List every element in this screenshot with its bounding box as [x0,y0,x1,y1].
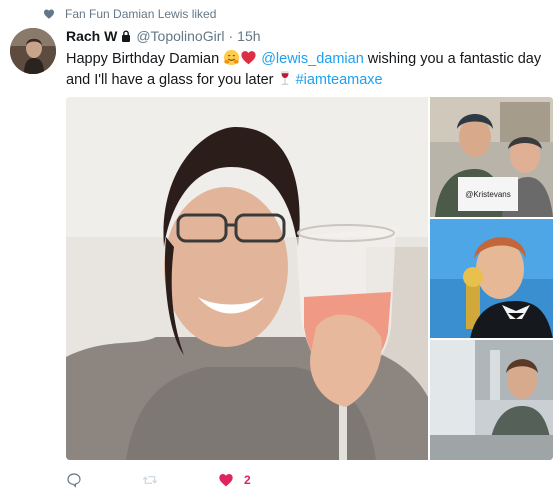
tweet-text: Happy Birthday Damian @lewis_damian wish… [66,49,546,91]
tweet-actions: 2 [66,471,311,489]
lock-icon [122,30,131,42]
man-kissing-golden-globe-photo[interactable] [430,218,553,339]
tweet-text-part1: Happy Birthday Damian [66,51,224,67]
hashtag-link[interactable]: #iamteamaxe [296,72,383,88]
tweet-timestamp[interactable]: 15h [237,28,260,44]
mention-link[interactable]: @lewis_damian [261,51,364,67]
two-people-with-sign-photo[interactable]: @Kristevans [430,97,553,217]
like-heart-icon [219,474,233,487]
liked-by-text: Fan Fun Damian Lewis liked [65,7,217,21]
author-avatar[interactable] [10,28,56,74]
like-count: 2 [244,473,251,487]
retweet-icon [142,476,158,484]
author-name[interactable]: Rach W [66,28,117,44]
woman-holding-wine-glass-photo[interactable] [66,97,428,460]
like-button[interactable]: 2 [218,472,251,488]
sign-text: @Kristevans [465,190,510,199]
tweet-media: @Kristevans [66,97,553,460]
author-handle[interactable]: @TopolinoGirl [136,28,224,44]
hugging-face-emoji [224,49,240,66]
header-separator: · [228,28,234,44]
reply-button[interactable] [66,472,82,488]
social-context[interactable]: Fan Fun Damian Lewis liked [43,6,216,22]
heart-icon [44,9,54,19]
reply-icon [67,473,81,488]
wine-glass-emoji [280,70,289,85]
tweet-header: Rach W @TopolinoGirl · 15h [66,27,261,45]
red-heart-emoji [241,51,256,65]
man-sitting-photo[interactable] [430,340,553,460]
side-photos: @Kristevans [430,97,553,460]
retweet-button[interactable] [142,472,158,488]
